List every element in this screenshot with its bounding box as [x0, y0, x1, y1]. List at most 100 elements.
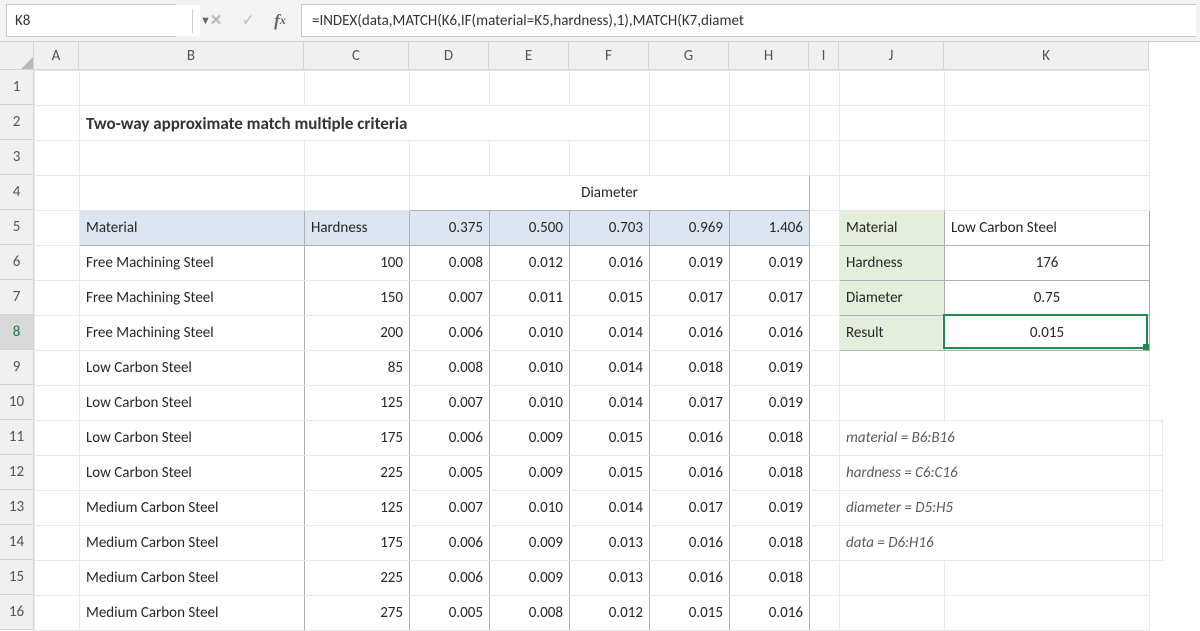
lookup-diameter-label[interactable]: Diameter [840, 281, 945, 316]
cell-value[interactable]: 0.018 [730, 456, 810, 491]
row-header-9[interactable]: 9 [0, 350, 33, 385]
cell[interactable] [570, 141, 650, 176]
cell[interactable] [810, 561, 840, 596]
row-header-10[interactable]: 10 [0, 385, 33, 420]
column-headers[interactable]: ABCDEFGHIJK [34, 42, 1149, 70]
cell-material[interactable]: Medium Carbon Steel [80, 491, 305, 526]
cell[interactable] [810, 246, 840, 281]
cell-value[interactable]: 0.016 [570, 246, 650, 281]
lookup-material-value[interactable]: Low Carbon Steel [945, 211, 1150, 246]
cell[interactable] [35, 351, 80, 386]
named-range-note[interactable]: hardness = C6:C16 [840, 456, 1150, 491]
cell-value[interactable]: 0.006 [410, 316, 490, 351]
cell-value[interactable]: 0.017 [650, 281, 730, 316]
name-box-input[interactable] [7, 5, 200, 36]
cell[interactable] [730, 71, 810, 106]
row-header-15[interactable]: 15 [0, 560, 33, 595]
cell[interactable] [410, 71, 490, 106]
enter-icon[interactable]: ✓ [239, 12, 257, 30]
cell-hardness[interactable]: 125 [305, 491, 410, 526]
page-title[interactable]: Two-way approximate match multiple crite… [80, 106, 650, 141]
cell[interactable] [1150, 456, 1163, 491]
cell-value[interactable]: 0.016 [650, 456, 730, 491]
cell-material[interactable]: Low Carbon Steel [80, 421, 305, 456]
cell-value[interactable]: 0.018 [730, 421, 810, 456]
cell[interactable] [35, 526, 80, 561]
cell[interactable] [810, 386, 840, 421]
cell[interactable] [840, 561, 945, 596]
cell[interactable] [650, 71, 730, 106]
formula-input[interactable]: =INDEX(data,MATCH(K6,IF(material=K5,hard… [301, 4, 1196, 37]
cell[interactable] [650, 106, 730, 141]
row-header-12[interactable]: 12 [0, 455, 33, 490]
cell-value[interactable]: 0.015 [570, 421, 650, 456]
cell-material[interactable]: Low Carbon Steel [80, 456, 305, 491]
name-box[interactable]: ▼ [6, 4, 176, 37]
row-header-14[interactable]: 14 [0, 525, 33, 560]
cell[interactable] [35, 141, 80, 176]
column-header-I[interactable]: I [809, 42, 839, 69]
row-header-8[interactable]: 8 [0, 315, 33, 350]
cell-hardness[interactable]: 85 [305, 351, 410, 386]
row-headers[interactable]: 12345678910111213141516 [0, 70, 34, 630]
cell-value[interactable]: 0.007 [410, 386, 490, 421]
cancel-icon[interactable]: ✕ [207, 12, 225, 30]
header-diameter-0[interactable]: 0.375 [410, 211, 490, 246]
lookup-diameter-value[interactable]: 0.75 [945, 281, 1150, 316]
cell[interactable] [945, 351, 1150, 386]
cell-value[interactable]: 0.013 [570, 526, 650, 561]
cell-value[interactable]: 0.018 [730, 561, 810, 596]
column-header-C[interactable]: C [304, 42, 409, 69]
cell[interactable] [810, 106, 840, 141]
lookup-result-value[interactable]: 0.015 [945, 316, 1150, 351]
cell-value[interactable]: 0.017 [650, 491, 730, 526]
cell-value[interactable]: 0.010 [490, 386, 570, 421]
cell[interactable] [35, 561, 80, 596]
cell-value[interactable]: 0.016 [730, 316, 810, 351]
cell-value[interactable]: 0.010 [490, 491, 570, 526]
cell[interactable] [1150, 421, 1163, 456]
header-diameter-4[interactable]: 1.406 [730, 211, 810, 246]
cell-value[interactable]: 0.008 [410, 351, 490, 386]
fx-icon[interactable]: fx [271, 12, 289, 30]
cell-hardness[interactable]: 225 [305, 456, 410, 491]
cell-hardness[interactable]: 125 [305, 386, 410, 421]
cell[interactable] [730, 106, 810, 141]
cell-value[interactable]: 0.013 [570, 561, 650, 596]
cell-value[interactable]: 0.016 [650, 526, 730, 561]
cell[interactable] [840, 106, 945, 141]
column-header-F[interactable]: F [569, 42, 649, 69]
cell-value[interactable]: 0.018 [650, 351, 730, 386]
cell[interactable] [80, 176, 305, 211]
cell[interactable] [35, 386, 80, 421]
cell[interactable] [840, 596, 945, 631]
cell-hardness[interactable]: 275 [305, 596, 410, 631]
cell[interactable] [35, 316, 80, 351]
cell-value[interactable]: 0.006 [410, 526, 490, 561]
cell-value[interactable]: 0.009 [490, 561, 570, 596]
cell-value[interactable]: 0.019 [650, 246, 730, 281]
cell-value[interactable]: 0.017 [730, 281, 810, 316]
cell-value[interactable]: 0.014 [570, 491, 650, 526]
row-header-11[interactable]: 11 [0, 420, 33, 455]
cell-value[interactable]: 0.009 [490, 526, 570, 561]
cell[interactable] [810, 316, 840, 351]
cell[interactable] [35, 596, 80, 631]
cell[interactable] [945, 596, 1150, 631]
cell-value[interactable]: 0.016 [730, 596, 810, 631]
header-hardness[interactable]: Hardness [305, 211, 410, 246]
cell[interactable] [810, 71, 840, 106]
cell[interactable] [490, 71, 570, 106]
cell[interactable] [810, 141, 840, 176]
cell[interactable] [810, 351, 840, 386]
row-header-2[interactable]: 2 [0, 105, 33, 140]
cell-value[interactable]: 0.015 [570, 281, 650, 316]
cell[interactable] [840, 176, 945, 211]
cell-value[interactable]: 0.011 [490, 281, 570, 316]
cell-value[interactable]: 0.010 [490, 351, 570, 386]
cell[interactable] [35, 246, 80, 281]
cell[interactable] [1150, 526, 1163, 561]
cell[interactable] [35, 421, 80, 456]
cell[interactable] [810, 526, 840, 561]
cell-value[interactable]: 0.019 [730, 386, 810, 421]
